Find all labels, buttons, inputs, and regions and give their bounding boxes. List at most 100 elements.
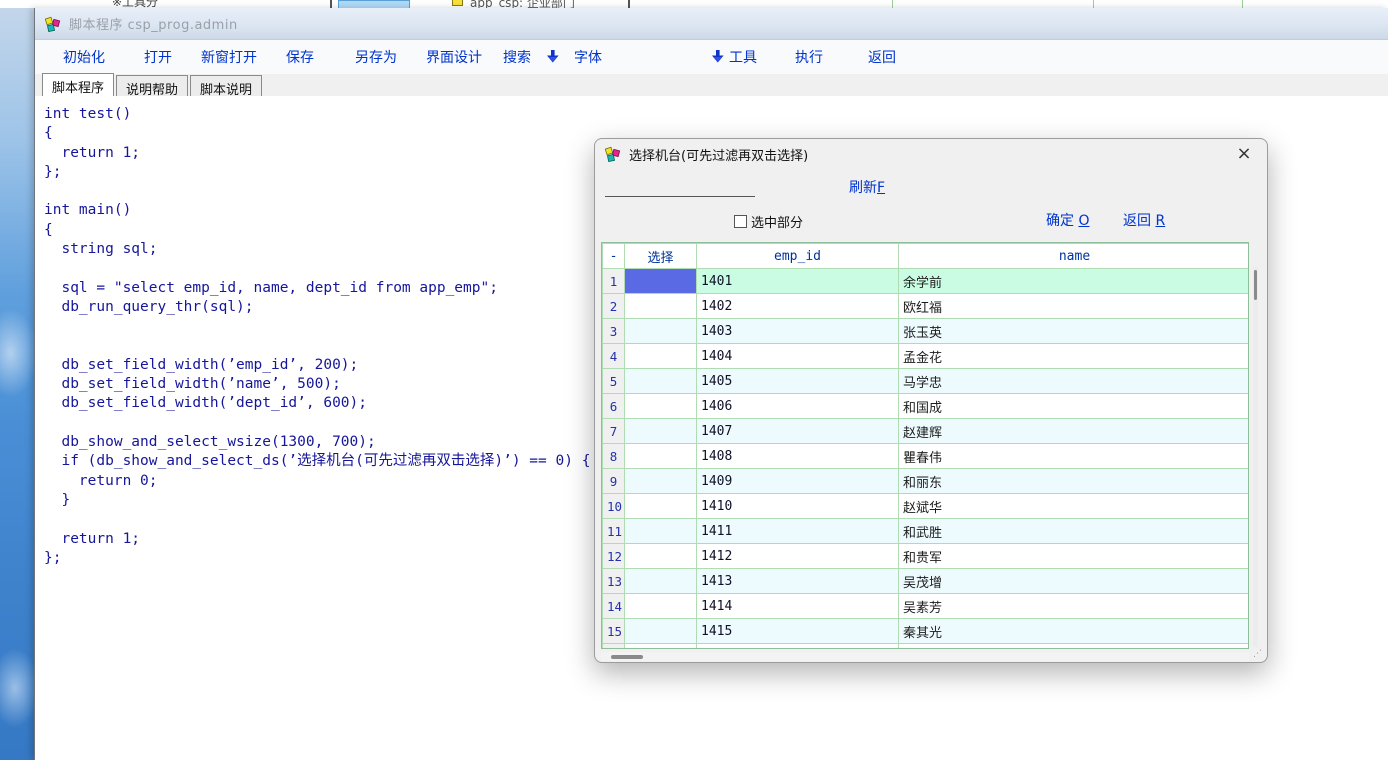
select-cell[interactable]	[625, 419, 697, 444]
table-row[interactable]: 13 1413 吴茂增	[603, 569, 1250, 594]
checkbox-icon[interactable]	[734, 215, 747, 228]
emp-id-cell[interactable]: 1414	[697, 594, 899, 619]
emp-id-cell[interactable]: 1410	[697, 494, 899, 519]
emp-id-cell[interactable]: 1412	[697, 544, 899, 569]
select-cell[interactable]	[625, 294, 697, 319]
name-cell[interactable]: 欧红福	[899, 294, 1250, 319]
table-row[interactable]: 7 1407 赵建辉	[603, 419, 1250, 444]
select-cell[interactable]	[625, 469, 697, 494]
dialog-title: 选择机台(可先过滤再双击选择)	[629, 145, 1231, 164]
select-cell[interactable]	[625, 269, 697, 294]
table-row[interactable]: 12 1412 和贵军	[603, 544, 1250, 569]
name-cell[interactable]: 和丽东	[899, 469, 1250, 494]
select-cell[interactable]	[625, 319, 697, 344]
ok-button[interactable]: 确定 O	[1046, 210, 1089, 230]
select-cell[interactable]	[625, 569, 697, 594]
name-cell[interactable]: 和武胜	[899, 519, 1250, 544]
horizontal-scrollbar[interactable]	[601, 652, 1249, 661]
refresh-button[interactable]: 刷新F	[849, 177, 885, 197]
table-row[interactable]: 3 1403 张玉英	[603, 319, 1250, 344]
toolbar-execute-button[interactable]: 执行	[795, 47, 823, 67]
grid-header-select[interactable]: 选择	[625, 244, 697, 269]
emp-id-cell[interactable]: 1402	[697, 294, 899, 319]
toolbar-tools-button[interactable]: 工具	[729, 47, 757, 67]
select-cell[interactable]	[625, 494, 697, 519]
select-cell[interactable]	[625, 444, 697, 469]
emp-id-cell[interactable]: 1405	[697, 369, 899, 394]
table-row[interactable]: 9 1409 和丽东	[603, 469, 1250, 494]
vertical-scrollbar[interactable]	[1253, 267, 1258, 647]
grid-header-name[interactable]: name	[899, 244, 1250, 269]
name-cell[interactable]: 瞿春伟	[899, 444, 1250, 469]
name-cell[interactable]: 孟金花	[899, 344, 1250, 369]
window-titlebar: 脚本程序 csp_prog.admin	[35, 8, 1388, 40]
tab-help[interactable]: 说明帮助	[116, 75, 188, 96]
toolbar-search-button[interactable]: 搜索	[503, 47, 531, 67]
table-row[interactable]: 4 1404 孟金花	[603, 344, 1250, 369]
name-cell[interactable]: 吴素芳	[899, 594, 1250, 619]
table-row[interactable]: 1 1401 余学前	[603, 269, 1250, 294]
select-cell[interactable]	[625, 369, 697, 394]
name-cell[interactable]: 马学忠	[899, 369, 1250, 394]
tab-script-desc[interactable]: 脚本说明	[190, 75, 262, 96]
name-cell[interactable]: 赵斌华	[899, 494, 1250, 519]
grid-header-emp-id[interactable]: emp_id	[697, 244, 899, 269]
toolbar-save-button[interactable]: 保存	[286, 47, 314, 67]
back-button[interactable]: 返回 R	[1123, 210, 1165, 230]
toolbar-open-button[interactable]: 打开	[144, 47, 172, 67]
horizontal-scrollbar-thumb[interactable]	[611, 655, 643, 659]
select-cell[interactable]	[625, 344, 697, 369]
name-cell[interactable]: 吴茂增	[899, 569, 1250, 594]
table-row[interactable]: 5 1405 马学忠	[603, 369, 1250, 394]
emp-id-cell[interactable]: 1401	[697, 269, 899, 294]
emp-id-cell[interactable]: 1413	[697, 569, 899, 594]
filter-input[interactable]	[605, 179, 755, 197]
emp-id-cell[interactable]: 1403	[697, 319, 899, 344]
emp-id-cell[interactable]: 1415	[697, 619, 899, 644]
table-row[interactable]: 6 1406 和国成	[603, 394, 1250, 419]
name-cell[interactable]: 秦其光	[899, 619, 1250, 644]
select-cell[interactable]	[625, 519, 697, 544]
arrow-down-icon[interactable]	[711, 49, 724, 64]
name-cell[interactable]: 张玉英	[899, 319, 1250, 344]
table-row[interactable]: 8 1408 瞿春伟	[603, 444, 1250, 469]
select-cell[interactable]	[625, 644, 697, 650]
table-row[interactable]: 15 1415 秦其光	[603, 619, 1250, 644]
arrow-down-icon[interactable]	[546, 49, 559, 64]
toolbar-save-as-button[interactable]: 另存为	[355, 47, 397, 67]
table-row-partial[interactable]	[603, 644, 1250, 650]
table-row[interactable]: 11 1411 和武胜	[603, 519, 1250, 544]
table-row[interactable]: 2 1402 欧红福	[603, 294, 1250, 319]
vertical-scrollbar-thumb[interactable]	[1254, 270, 1257, 300]
toolbar-return-button[interactable]: 返回	[868, 47, 896, 67]
tab-script-program[interactable]: 脚本程序	[42, 73, 114, 96]
table-row[interactable]: 10 1410 赵斌华	[603, 494, 1250, 519]
name-cell[interactable]: 赵建辉	[899, 419, 1250, 444]
emp-id-cell[interactable]: 1409	[697, 469, 899, 494]
emp-id-cell[interactable]: 1411	[697, 519, 899, 544]
name-cell[interactable]: 和国成	[899, 394, 1250, 419]
emp-id-cell[interactable]: 1406	[697, 394, 899, 419]
emp-id-cell[interactable]: 1404	[697, 344, 899, 369]
select-cell[interactable]	[625, 394, 697, 419]
resize-grip-icon[interactable]: ⋰	[1253, 649, 1263, 659]
select-cell[interactable]	[625, 619, 697, 644]
emp-id-cell[interactable]: 1407	[697, 419, 899, 444]
name-cell[interactable]: 和贵军	[899, 544, 1250, 569]
toolbar-open-new-window-button[interactable]: 新窗打开	[201, 47, 257, 67]
select-part-checkbox[interactable]: 选中部分	[734, 212, 803, 231]
toolbar-font-button[interactable]: 字体	[574, 47, 602, 67]
select-cell[interactable]	[625, 594, 697, 619]
table-row[interactable]: 14 1414 吴素芳	[603, 594, 1250, 619]
dialog-titlebar: 选择机台(可先过滤再双击选择) ×	[595, 139, 1267, 169]
name-cell[interactable]: 余学前	[899, 269, 1250, 294]
row-number	[603, 644, 625, 650]
grid-corner-header[interactable]: -	[603, 244, 625, 269]
emp-id-cell[interactable]	[697, 644, 899, 650]
close-icon[interactable]: ×	[1231, 142, 1257, 166]
name-cell[interactable]	[899, 644, 1250, 650]
toolbar-ui-design-button[interactable]: 界面设计	[426, 47, 482, 67]
select-cell[interactable]	[625, 544, 697, 569]
toolbar-init-button[interactable]: 初始化	[63, 47, 105, 67]
emp-id-cell[interactable]: 1408	[697, 444, 899, 469]
